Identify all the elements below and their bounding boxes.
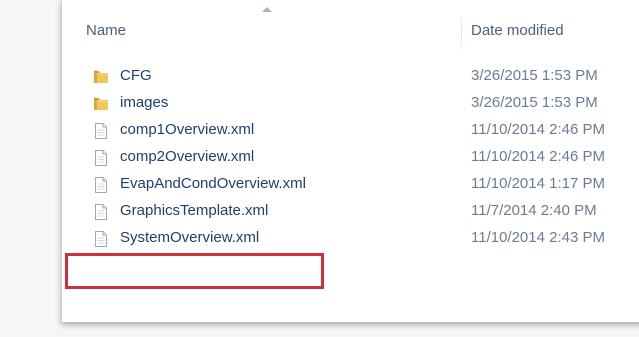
xml-file-icon xyxy=(92,203,110,221)
sort-ascending-icon[interactable] xyxy=(262,7,272,12)
file-row[interactable]: SystemOverview.xml 11/10/2014 2:43 PM xyxy=(62,226,639,253)
column-header-date-modified[interactable]: Date modified xyxy=(471,22,564,39)
file-name: SystemOverview.xml xyxy=(120,229,260,246)
highlight-box xyxy=(65,253,324,289)
file-row[interactable]: comp2Overview.xml 11/10/2014 2:46 PM xyxy=(62,145,639,172)
file-name: CFG xyxy=(120,67,152,84)
file-row[interactable]: images 3/26/2015 1:53 PM xyxy=(62,91,639,118)
xml-file-icon xyxy=(92,230,110,248)
file-date-modified: 3/26/2015 1:53 PM xyxy=(471,67,598,84)
file-row[interactable]: CFG 3/26/2015 1:53 PM xyxy=(62,64,639,91)
file-name: comp1Overview.xml xyxy=(120,121,255,138)
file-row[interactable]: comp1Overview.xml 11/10/2014 2:46 PM xyxy=(62,118,639,145)
file-list: CFG 3/26/2015 1:53 PM images 3/26/2015 1:53… xyxy=(62,64,639,253)
file-date-modified: 11/10/2014 2:46 PM xyxy=(471,148,605,165)
xml-file-icon xyxy=(92,149,110,167)
xml-file-icon xyxy=(92,122,110,140)
column-header-name[interactable]: Name xyxy=(86,22,126,39)
file-name: GraphicsTemplate.xml xyxy=(120,202,269,219)
folder-icon xyxy=(92,68,110,86)
file-name: EvapAndCondOverview.xml xyxy=(120,175,306,192)
file-name: images xyxy=(120,94,169,111)
file-row[interactable]: EvapAndCondOverview.xml 11/10/2014 1:17 P… xyxy=(62,172,639,199)
file-row[interactable]: GraphicsTemplate.xml 11/7/2014 2:40 PM xyxy=(62,199,639,226)
column-divider[interactable] xyxy=(461,12,462,54)
column-header: Name Date modified xyxy=(62,0,639,66)
file-name: comp2Overview.xml xyxy=(120,148,255,165)
file-date-modified: 3/26/2015 1:53 PM xyxy=(471,94,598,111)
xml-file-icon xyxy=(92,176,110,194)
file-explorer-window: Name Date modified CFG 3/26/2015 1:53 PM i… xyxy=(61,0,639,322)
file-date-modified: 11/10/2014 2:46 PM xyxy=(471,121,605,138)
file-date-modified: 11/10/2014 1:17 PM xyxy=(471,175,605,192)
file-date-modified: 11/10/2014 2:43 PM xyxy=(471,229,605,246)
folder-icon xyxy=(92,95,110,113)
file-date-modified: 11/7/2014 2:40 PM xyxy=(471,202,597,219)
